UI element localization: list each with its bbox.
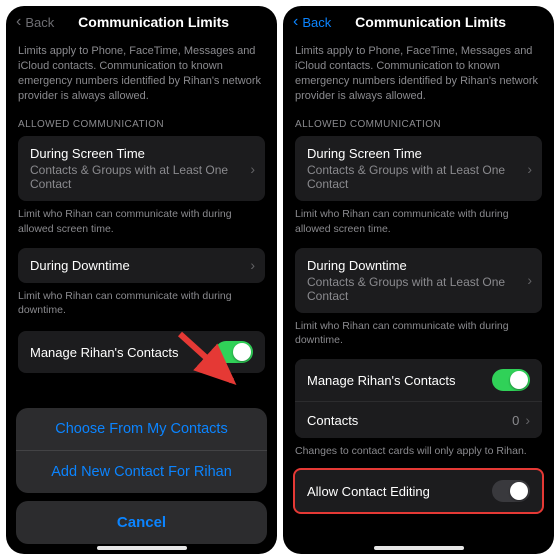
- row-title: During Downtime: [307, 258, 530, 273]
- contacts-group: Manage Rihan's Contacts Contacts 0 ›: [295, 359, 542, 438]
- back-button[interactable]: Back: [302, 15, 331, 30]
- contacts-row[interactable]: Contacts 0 ›: [295, 401, 542, 438]
- during-downtime-row[interactable]: During Downtime Contacts & Groups with a…: [295, 248, 542, 313]
- allow-contact-editing-row[interactable]: Allow Contact Editing: [295, 470, 542, 512]
- contacts-footer: Changes to contact cards will only apply…: [295, 444, 542, 458]
- during-downtime-footer: Limit who Rihan can communicate with dur…: [295, 319, 542, 347]
- action-sheet: Choose From My Contacts Add New Contact …: [6, 6, 277, 554]
- row-subtitle: Contacts & Groups with at Least One Cont…: [307, 275, 530, 303]
- chevron-right-icon: ›: [525, 412, 530, 428]
- row-label: Manage Rihan's Contacts: [307, 373, 455, 388]
- chevron-right-icon: ›: [527, 272, 532, 288]
- add-new-contact-button[interactable]: Add New Contact For Rihan: [16, 450, 267, 493]
- phone-left: ‹ Back Communication Limits Limits apply…: [6, 6, 277, 554]
- allow-contact-editing-toggle[interactable]: [492, 480, 530, 502]
- during-screen-footer: Limit who Rihan can communicate with dur…: [295, 207, 542, 235]
- navbar: ‹ Back Communication Limits: [283, 6, 554, 32]
- home-indicator: [97, 546, 187, 550]
- manage-contacts-toggle[interactable]: [492, 369, 530, 391]
- choose-from-my-contacts-button[interactable]: Choose From My Contacts: [16, 408, 267, 450]
- chevron-right-icon: ›: [527, 161, 532, 177]
- intro-text: Limits apply to Phone, FaceTime, Message…: [295, 44, 542, 103]
- contacts-count: 0: [512, 413, 519, 428]
- row-title: During Screen Time: [307, 146, 530, 161]
- row-label: Contacts: [307, 413, 358, 428]
- row-subtitle: Contacts & Groups with at Least One Cont…: [307, 163, 530, 191]
- cancel-button[interactable]: Cancel: [16, 501, 267, 544]
- phone-right: ‹ Back Communication Limits Limits apply…: [283, 6, 554, 554]
- manage-contacts-row[interactable]: Manage Rihan's Contacts: [295, 359, 542, 401]
- action-sheet-group: Choose From My Contacts Add New Contact …: [16, 408, 267, 493]
- content-area: Limits apply to Phone, FaceTime, Message…: [283, 32, 554, 554]
- row-label: Allow Contact Editing: [307, 484, 430, 499]
- section-header-allowed: ALLOWED COMMUNICATION: [295, 119, 542, 130]
- page-title: Communication Limits: [335, 14, 526, 30]
- during-screen-time-row[interactable]: During Screen Time Contacts & Groups wit…: [295, 136, 542, 201]
- home-indicator: [374, 546, 464, 550]
- back-chevron-icon[interactable]: ‹: [293, 14, 298, 30]
